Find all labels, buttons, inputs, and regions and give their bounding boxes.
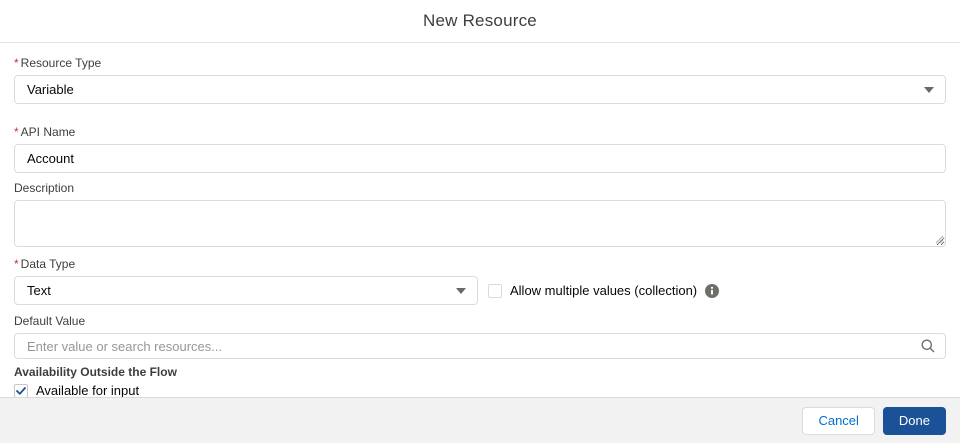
field-default-value: Default Value bbox=[14, 314, 946, 359]
checkmark-icon bbox=[16, 386, 26, 395]
required-asterisk: * bbox=[14, 125, 19, 139]
availability-input-row: Available for input bbox=[14, 383, 946, 398]
description-label: Description bbox=[14, 181, 946, 196]
data-type-label-text: Data Type bbox=[20, 257, 76, 271]
field-api-name: * API Name bbox=[14, 125, 946, 173]
available-for-input-checkbox[interactable] bbox=[14, 383, 28, 398]
allow-multiple-group: Allow multiple values (collection) bbox=[488, 276, 720, 305]
resource-type-combobox[interactable] bbox=[14, 75, 946, 104]
description-textarea[interactable] bbox=[14, 200, 946, 247]
data-type-input[interactable] bbox=[14, 276, 478, 305]
info-icon[interactable] bbox=[705, 283, 720, 298]
new-resource-dialog: New Resource *Resource Type *API Name De… bbox=[0, 0, 960, 443]
field-description: Description bbox=[14, 181, 946, 247]
default-value-label-text: Default Value bbox=[14, 314, 86, 328]
default-value-label: Default Value bbox=[14, 314, 946, 329]
description-textarea-wrap bbox=[14, 200, 946, 247]
data-type-combobox[interactable] bbox=[14, 276, 478, 305]
field-data-type: * Data Type bbox=[14, 257, 478, 305]
cancel-button[interactable]: Cancel bbox=[802, 406, 875, 435]
field-resource-type: * Resource Type bbox=[14, 56, 946, 104]
dialog-body: *Resource Type *API Name Description bbox=[0, 43, 960, 416]
resource-type-label: * Resource Type bbox=[14, 56, 946, 71]
field-data-type-row: *Data Type Allow multiple values (collec… bbox=[14, 257, 946, 305]
required-asterisk: * bbox=[14, 56, 19, 70]
description-label-text: Description bbox=[14, 181, 75, 195]
dialog-title: New Resource bbox=[423, 11, 537, 30]
api-name-input[interactable] bbox=[14, 144, 946, 173]
required-asterisk: * bbox=[14, 257, 19, 271]
resource-type-input[interactable] bbox=[14, 75, 946, 104]
resource-type-label-text: Resource Type bbox=[20, 56, 102, 70]
api-name-label: * API Name bbox=[14, 125, 946, 140]
available-for-input-label: Available for input bbox=[36, 383, 140, 398]
dialog-footer: Cancel Done bbox=[0, 397, 960, 443]
default-value-input[interactable] bbox=[14, 333, 946, 359]
allow-multiple-checkbox[interactable] bbox=[488, 283, 502, 298]
data-type-label: * Data Type bbox=[14, 257, 478, 272]
allow-multiple-label: Allow multiple values (collection) bbox=[510, 283, 698, 298]
done-button[interactable]: Done bbox=[882, 406, 946, 435]
default-value-search-combobox bbox=[14, 333, 946, 359]
availability-heading: Availability Outside the Flow bbox=[14, 365, 177, 379]
dialog-header: New Resource bbox=[0, 0, 960, 43]
api-name-label-text: API Name bbox=[20, 125, 76, 139]
